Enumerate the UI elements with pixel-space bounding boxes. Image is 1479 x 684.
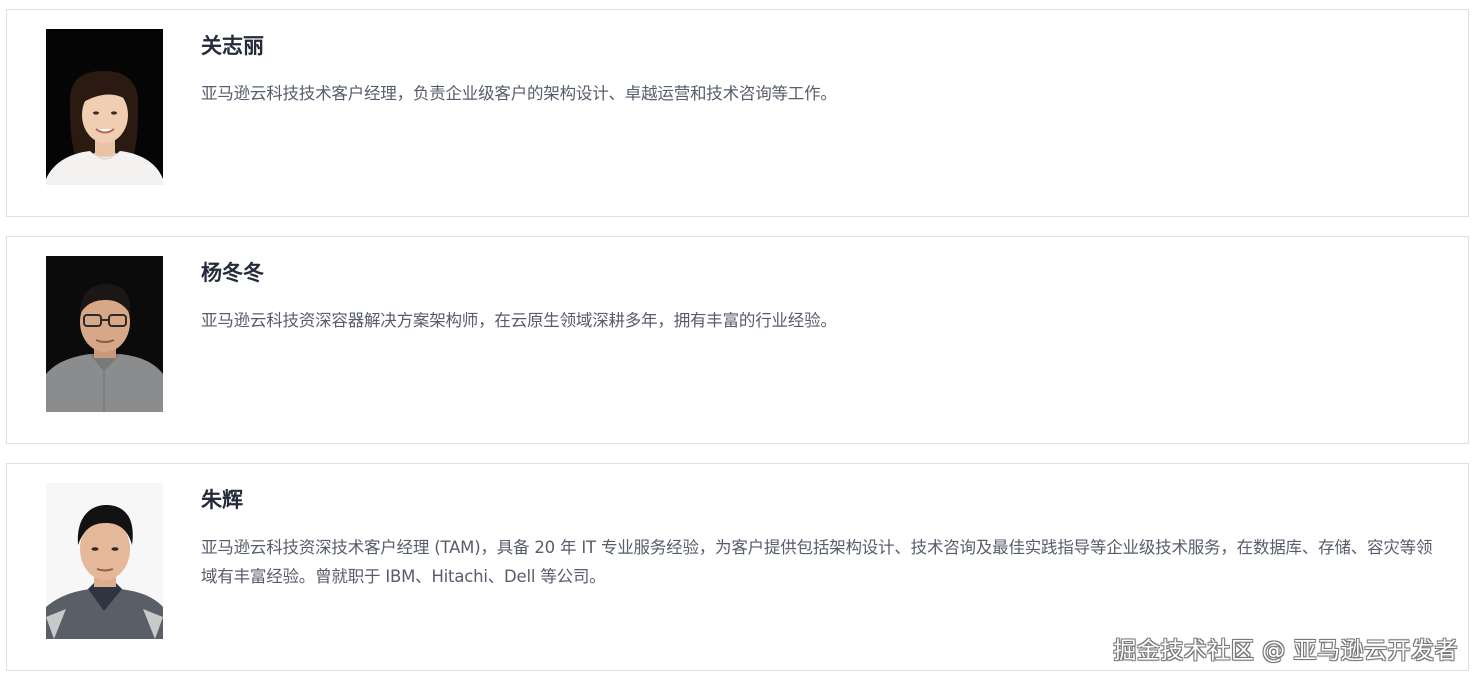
- speaker-info: 朱辉 亚马逊云科技资深技术客户经理 (TAM)，具备 20 年 IT 专业服务经…: [201, 483, 1440, 591]
- speaker-card: 杨冬冬 亚马逊云科技资深容器解决方案架构师，在云原生领域深耕多年，拥有丰富的行业…: [6, 236, 1469, 444]
- portrait-photo-icon: [46, 29, 163, 185]
- watermark: 掘金技术社区 @ 亚马逊云开发者: [1113, 638, 1458, 664]
- speaker-bio: 亚马逊云科技资深容器解决方案架构师，在云原生领域深耕多年，拥有丰富的行业经验。: [201, 311, 837, 330]
- portrait-photo-icon: [46, 256, 163, 412]
- portrait-photo-icon: [46, 483, 163, 639]
- speaker-name: 关志丽: [201, 34, 264, 58]
- speaker-bio: 亚马逊云科技资深技术客户经理 (TAM)，具备 20 年 IT 专业服务经验，为…: [201, 538, 1433, 586]
- speaker-info: 关志丽 亚马逊云科技技术客户经理，负责企业级客户的架构设计、卓越运营和技术咨询等…: [201, 29, 1440, 108]
- speaker-photo: [46, 483, 163, 639]
- speaker-name: 杨冬冬: [201, 261, 264, 285]
- speaker-card: 关志丽 亚马逊云科技技术客户经理，负责企业级客户的架构设计、卓越运营和技术咨询等…: [6, 9, 1469, 217]
- speaker-photo: [46, 29, 163, 185]
- speaker-bio: 亚马逊云科技技术客户经理，负责企业级客户的架构设计、卓越运营和技术咨询等工作。: [201, 84, 837, 103]
- speaker-list: 关志丽 亚马逊云科技技术客户经理，负责企业级客户的架构设计、卓越运营和技术咨询等…: [6, 9, 1469, 671]
- speaker-info: 杨冬冬 亚马逊云科技资深容器解决方案架构师，在云原生领域深耕多年，拥有丰富的行业…: [201, 256, 1440, 335]
- speaker-name: 朱辉: [201, 488, 243, 512]
- speaker-photo: [46, 256, 163, 412]
